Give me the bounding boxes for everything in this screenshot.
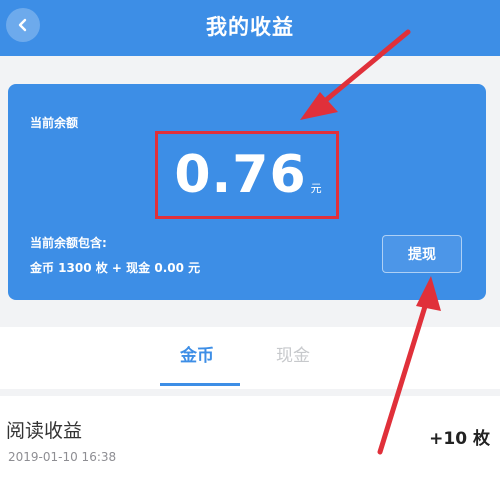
record-title: 阅读收益 xyxy=(6,420,83,442)
tab-gold-coins[interactable]: 金币 xyxy=(180,341,214,366)
amount-highlight-box xyxy=(155,131,339,219)
page-title: 我的收益 xyxy=(206,15,294,39)
balance-contains-label: 当前余额包含: xyxy=(30,236,107,250)
record-amount: +10 枚 xyxy=(429,429,490,449)
tab-cash[interactable]: 现金 xyxy=(276,341,310,366)
record-time: 2019-01-10 16:38 xyxy=(8,450,117,464)
list-item[interactable]: 阅读收益 2019-01-10 16:38 +10 枚 xyxy=(0,396,500,489)
tab-bar: 金币 现金 xyxy=(0,327,500,389)
withdraw-button[interactable]: 提现 xyxy=(382,235,462,273)
active-tab-indicator xyxy=(160,383,240,386)
app-header: 我的收益 xyxy=(0,0,500,56)
balance-label: 当前余额 xyxy=(30,116,79,130)
balance-contains-detail: 金币 1300 枚 + 现金 0.00 元 xyxy=(30,261,201,275)
